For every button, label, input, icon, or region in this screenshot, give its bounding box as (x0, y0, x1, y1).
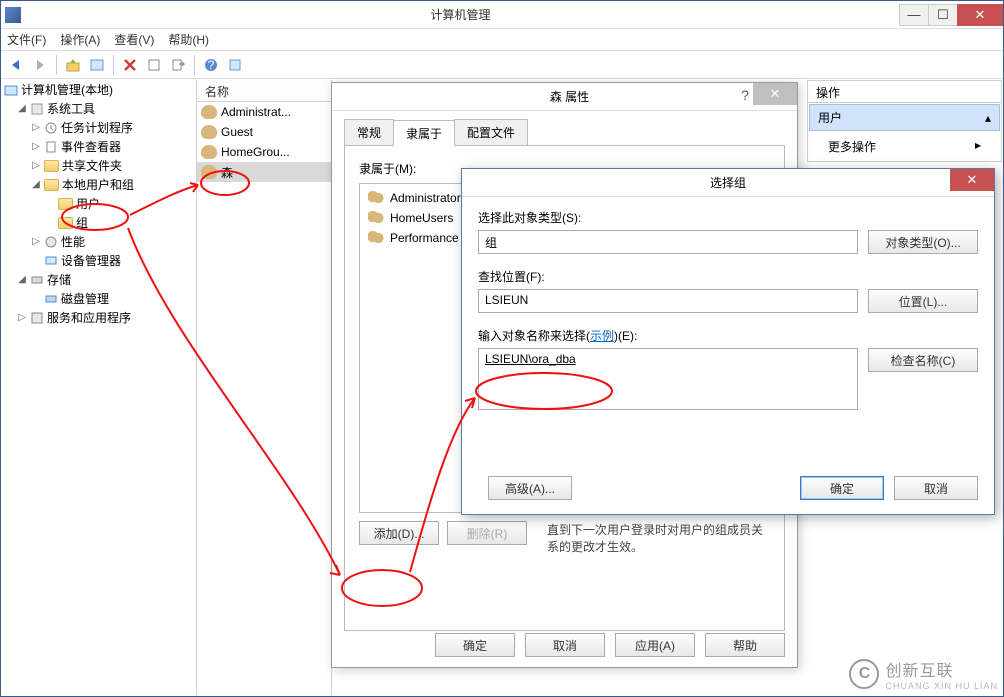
folder-icon (44, 179, 59, 191)
location-field[interactable]: LSIEUN (478, 289, 858, 313)
list-item[interactable]: Guest (197, 122, 331, 142)
menu-action[interactable]: 操作(A) (60, 31, 100, 48)
window-buttons: — ☐ ✕ (900, 4, 1003, 26)
menu-file[interactable]: 文件(F) (7, 31, 46, 48)
group-icon (368, 191, 384, 205)
list-item[interactable]: HomeGrou... (197, 142, 331, 162)
name-field[interactable]: LSIEUN\ora_dba (478, 348, 858, 410)
close-button[interactable]: ✕ (957, 4, 1003, 26)
tree-services[interactable]: 服务和应用程序 (28, 308, 133, 327)
forward-button[interactable] (29, 54, 51, 76)
tree-localusers[interactable]: 本地用户和组 (42, 175, 136, 194)
props-cancel[interactable]: 取消 (525, 633, 605, 657)
example-link[interactable]: 示例 (590, 329, 614, 343)
list-pane: 名称 Administrat... Guest HomeGrou... 森 (197, 80, 332, 695)
titlebar: 计算机管理 — ☐ ✕ (1, 1, 1003, 29)
check-names-button[interactable]: 检查名称(C) (868, 348, 978, 372)
tree-users[interactable]: 用户 (56, 194, 102, 213)
app-icon (5, 7, 21, 23)
collapse-icon: ▴ (985, 111, 991, 125)
member-note: 直到下一次用户登录时对用户的组成员关系的更改才生效。 (547, 521, 770, 555)
location-label: 查找位置(F): (478, 268, 978, 285)
props-ok[interactable]: 确定 (435, 633, 515, 657)
select-ok[interactable]: 确定 (800, 476, 884, 500)
properties-close[interactable]: ✕ (753, 83, 797, 105)
tree-perf[interactable]: 性能 (42, 232, 87, 251)
watermark: C 创新互联 CHUANG XIN HU LIAN (849, 657, 998, 691)
user-icon (201, 145, 217, 159)
refresh-button[interactable] (143, 54, 165, 76)
maximize-button[interactable]: ☐ (928, 4, 958, 26)
properties-button[interactable] (86, 54, 108, 76)
tree-disk[interactable]: 磁盘管理 (42, 289, 111, 308)
tab-profile[interactable]: 配置文件 (454, 119, 528, 145)
properties-titlebar: 森 属性 ? ✕ (332, 83, 797, 111)
select-cancel[interactable]: 取消 (894, 476, 978, 500)
list-item[interactable]: Administrat... (197, 102, 331, 122)
location-button[interactable]: 位置(L)... (868, 289, 978, 313)
watermark-logo-icon: C (849, 659, 879, 689)
back-button[interactable] (5, 54, 27, 76)
user-icon (201, 105, 217, 119)
objtype-field[interactable]: 组 (478, 230, 858, 254)
props-apply[interactable]: 应用(A) (615, 633, 695, 657)
tree-event[interactable]: 事件查看器 (42, 137, 123, 156)
menu-help[interactable]: 帮助(H) (168, 31, 209, 48)
select-close[interactable]: ✕ (950, 169, 994, 191)
group-icon (368, 231, 384, 245)
actions-more[interactable]: 更多操作▸ (808, 132, 1001, 161)
name-label: 输入对象名称来选择(示例)(E): (478, 327, 978, 344)
actions-header: 操作 (808, 81, 1001, 103)
export-button[interactable] (167, 54, 189, 76)
folder-icon (58, 198, 73, 210)
properties-tabs: 常规 隶属于 配置文件 (344, 119, 785, 146)
menu-view[interactable]: 查看(V) (114, 31, 154, 48)
add-button[interactable]: 添加(D)... (359, 521, 439, 545)
help-button[interactable]: ? (741, 87, 749, 103)
tab-memberof[interactable]: 隶属于 (393, 120, 455, 146)
tree-pane: 计算机管理(本地) ◢系统工具 ▷任务计划程序 ▷事件查看器 ▷共享文件夹 ◢本… (2, 80, 197, 695)
select-group-dialog: 选择组 ✕ 选择此对象类型(S): 组 对象类型(O)... 查找位置(F): … (461, 168, 995, 515)
user-icon (201, 125, 217, 139)
properties-title: 森 属性 (342, 88, 797, 105)
user-icon (201, 165, 217, 179)
list-header[interactable]: 名称 (197, 80, 331, 102)
up-button[interactable] (62, 54, 84, 76)
select-title: 选择组 (462, 174, 994, 191)
tree-device[interactable]: 设备管理器 (42, 251, 123, 270)
select-body: 选择此对象类型(S): 组 对象类型(O)... 查找位置(F): LSIEUN… (462, 197, 994, 436)
select-buttons: 高级(A)... 确定 取消 (478, 476, 978, 500)
props-help[interactable]: 帮助 (705, 633, 785, 657)
toolbar-extra[interactable] (224, 54, 246, 76)
help-button[interactable]: ? (200, 54, 222, 76)
tree-groups[interactable]: 组 (56, 213, 90, 232)
group-icon (368, 211, 384, 225)
remove-button[interactable]: 删除(R) (447, 521, 527, 545)
delete-button[interactable] (119, 54, 141, 76)
advanced-button[interactable]: 高级(A)... (488, 476, 572, 500)
select-titlebar: 选择组 ✕ (462, 169, 994, 197)
tree-shared[interactable]: 共享文件夹 (42, 156, 124, 175)
actions-pane: 操作 用户▴ 更多操作▸ (807, 80, 1002, 162)
objtype-label: 选择此对象类型(S): (478, 209, 978, 226)
tree-storage[interactable]: 存储 (28, 270, 73, 289)
list-item-selected[interactable]: 森 (197, 162, 331, 182)
tree-root[interactable]: 计算机管理(本地) (2, 80, 115, 99)
actions-section[interactable]: 用户▴ (809, 104, 1000, 131)
folder-icon (44, 160, 59, 172)
tree-systools[interactable]: 系统工具 (28, 99, 97, 118)
folder-icon (58, 217, 73, 229)
window-title: 计算机管理 (21, 6, 900, 23)
objtype-button[interactable]: 对象类型(O)... (868, 230, 978, 254)
tab-general[interactable]: 常规 (344, 119, 394, 145)
tree-task[interactable]: 任务计划程序 (42, 118, 135, 137)
svg-text:?: ? (208, 58, 215, 72)
chevron-right-icon: ▸ (975, 138, 981, 155)
minimize-button[interactable]: — (899, 4, 929, 26)
toolbar: ? (1, 51, 1003, 79)
properties-buttons: 确定 取消 应用(A) 帮助 (344, 633, 785, 657)
menubar: 文件(F) 操作(A) 查看(V) 帮助(H) (1, 29, 1003, 51)
